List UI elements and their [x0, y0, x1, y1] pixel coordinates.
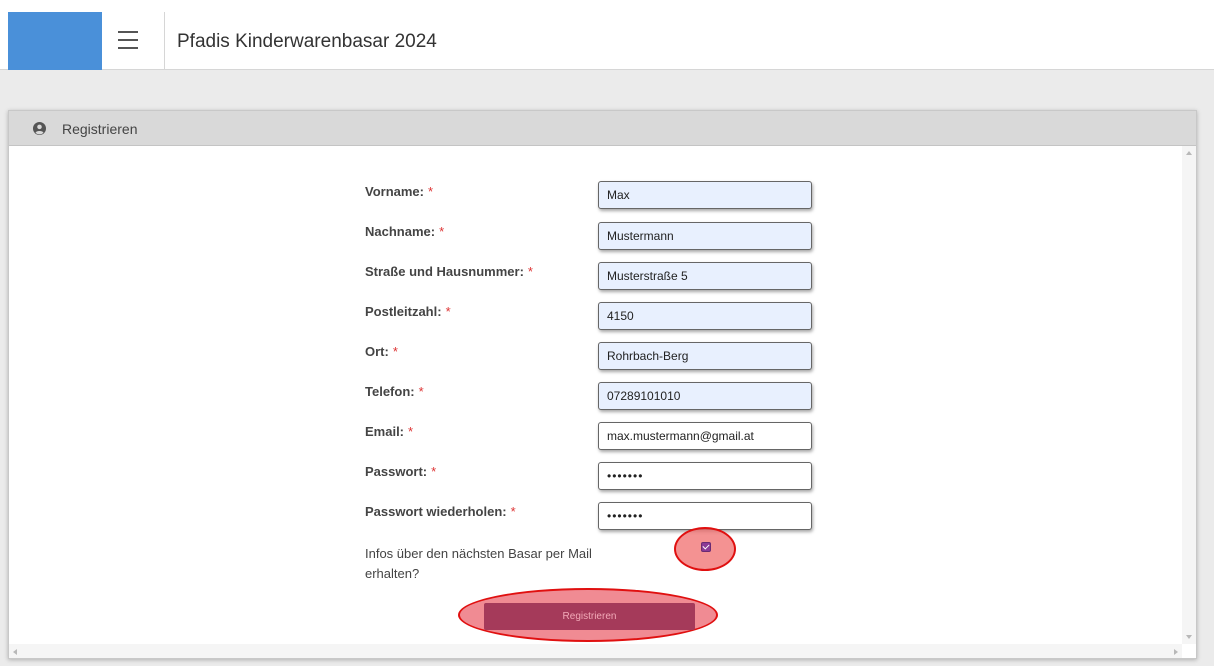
- label-email: Email: *: [365, 424, 414, 439]
- nachname-input[interactable]: [598, 222, 812, 250]
- topbar-divider: [164, 12, 165, 70]
- scroll-down-icon[interactable]: [1186, 635, 1192, 639]
- scroll-up-icon[interactable]: [1186, 151, 1192, 155]
- passwort-input[interactable]: [598, 462, 812, 490]
- brand-logo[interactable]: [8, 12, 102, 70]
- ort-input[interactable]: [598, 342, 812, 370]
- label-telefon: Telefon: *: [365, 384, 424, 399]
- user-circle-icon: [33, 122, 46, 135]
- scroll-right-icon[interactable]: [1174, 649, 1178, 655]
- passwort-wiederholen-input[interactable]: [598, 502, 812, 530]
- newsletter-checkbox[interactable]: [701, 542, 711, 552]
- newsletter-label: Infos über den nächsten Basar per Mail e…: [365, 546, 592, 581]
- strasse-input[interactable]: [598, 262, 812, 290]
- app-title: Pfadis Kinderwarenbasar 2024: [177, 31, 437, 52]
- top-bar: Pfadis Kinderwarenbasar 2024: [0, 0, 1214, 70]
- postleitzahl-input[interactable]: [598, 302, 812, 330]
- telefon-input[interactable]: [598, 382, 812, 410]
- label-nachname: Nachname: *: [365, 224, 445, 239]
- vertical-scrollbar[interactable]: [1182, 146, 1196, 644]
- email-input[interactable]: [598, 422, 812, 450]
- label-vorname: Vorname: *: [365, 184, 434, 199]
- label-passwort-wiederholen: Passwort wiederholen: *: [365, 504, 516, 519]
- register-button[interactable]: Registrieren: [484, 603, 695, 630]
- hamburger-menu-icon[interactable]: [114, 28, 142, 52]
- label-ort: Ort: *: [365, 344, 398, 359]
- panel-title: Registrieren: [62, 121, 138, 137]
- label-strasse: Straße und Hausnummer: *: [365, 264, 533, 279]
- horizontal-scrollbar[interactable]: [9, 644, 1182, 658]
- scroll-left-icon[interactable]: [13, 649, 17, 655]
- panel-header: Registrieren: [9, 111, 1196, 146]
- label-passwort: Passwort: *: [365, 464, 437, 479]
- vorname-input[interactable]: [598, 181, 812, 209]
- label-postleitzahl: Postleitzahl: *: [365, 304, 451, 319]
